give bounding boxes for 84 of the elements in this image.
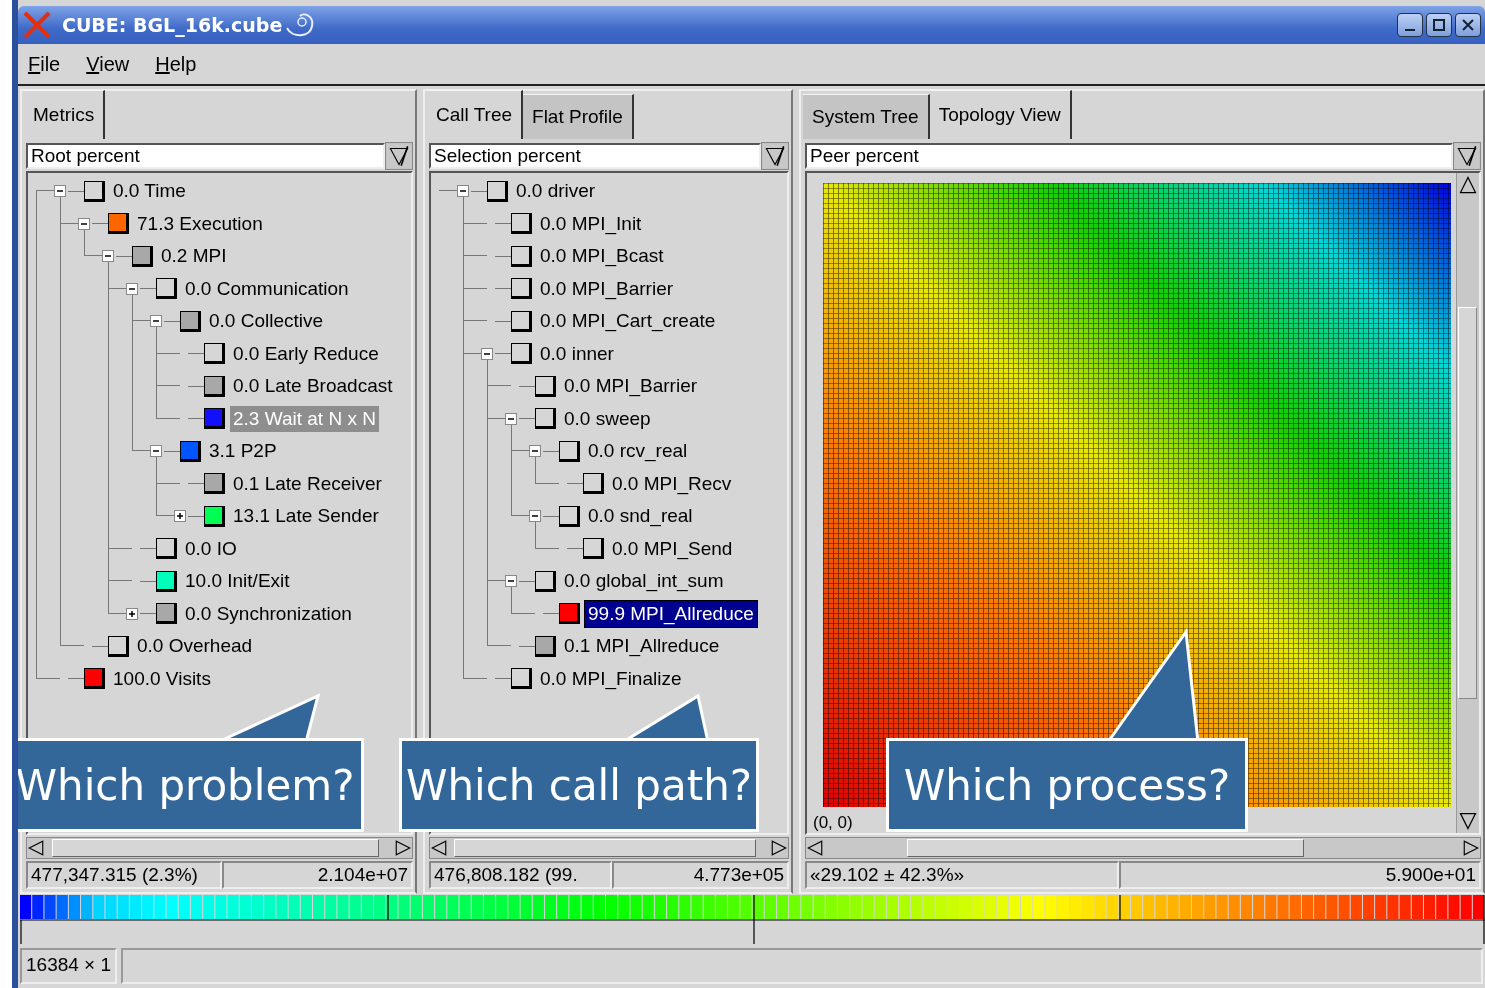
value-readout: «29.102 ± 42.3%»: [805, 861, 1120, 889]
x-logo-icon: [22, 11, 52, 39]
tree-item[interactable]: 0.0 MPI_Finalize: [537, 665, 685, 692]
horizontal-scrollbar[interactable]: [805, 837, 1481, 859]
collapse-icon[interactable]: [102, 250, 114, 263]
minimize-button[interactable]: [1397, 13, 1423, 37]
metric-dropdown[interactable]: Peer percent: [805, 143, 1453, 169]
tree-item[interactable]: 99.9 MPI_Allreduce: [585, 600, 757, 627]
tree-item[interactable]: 0.0 snd_real: [585, 503, 696, 530]
collapse-icon[interactable]: [150, 315, 162, 328]
tree-item[interactable]: 0.0 MPI_Cart_create: [537, 308, 719, 335]
tree-item[interactable]: 0.0 sweep: [561, 405, 654, 432]
tree-item[interactable]: 0.0 MPI_Bcast: [537, 243, 667, 270]
window-title: CUBE: BGL_16k.cube: [62, 14, 283, 36]
tree-item[interactable]: 13.1 Late Sender: [230, 503, 382, 530]
collapse-icon[interactable]: [505, 412, 517, 425]
value-readout: 476,808.182 (99.: [429, 861, 612, 889]
tree-item[interactable]: 0.0 driver: [513, 178, 599, 205]
menu-item[interactable]: File: [28, 52, 61, 76]
collapse-icon[interactable]: [529, 445, 541, 458]
tree-item[interactable]: 0.0 MPI_Send: [609, 535, 736, 562]
tree-item[interactable]: 0.0 rcv_real: [585, 438, 691, 465]
maximize-button[interactable]: [1426, 13, 1452, 37]
tab[interactable]: Metrics: [24, 90, 106, 139]
collapse-icon[interactable]: [529, 510, 541, 523]
collapse-icon[interactable]: [54, 185, 66, 198]
maximize-icon: [1432, 18, 1446, 32]
tree-item[interactable]: 0.0 MPI_Barrier: [561, 373, 701, 400]
metric-dropdown[interactable]: Selection percent: [429, 143, 761, 169]
tab[interactable]: Flat Profile: [523, 94, 634, 139]
expand-icon[interactable]: [174, 510, 186, 523]
tree-item[interactable]: 0.1 MPI_Allreduce: [561, 633, 723, 660]
tree-item[interactable]: 0.2 MPI: [158, 243, 230, 270]
tab[interactable]: Topology View: [929, 90, 1072, 139]
max-readout: 4.773e+05: [611, 861, 789, 889]
value-readout: 477,347.315 (2.3%): [26, 861, 222, 889]
tree-item[interactable]: 0.0 global_int_sum: [561, 568, 727, 595]
max-readout: 5.900e+01: [1119, 861, 1481, 889]
right-arrow-icon[interactable]: [1462, 840, 1480, 856]
down-arrow-icon[interactable]: [1459, 811, 1477, 831]
right-arrow-icon[interactable]: [770, 840, 788, 856]
right-arrow-icon[interactable]: [394, 840, 412, 856]
collapse-icon[interactable]: [78, 217, 90, 230]
tree-item[interactable]: 71.3 Execution: [134, 210, 266, 237]
tree-item[interactable]: 0.0 Synchronization: [182, 600, 355, 627]
left-arrow-icon[interactable]: [806, 840, 824, 856]
tree-item[interactable]: 0.0 Overhead: [134, 633, 256, 660]
menu-item[interactable]: View: [86, 52, 130, 76]
collapse-icon[interactable]: [481, 347, 493, 360]
tree-item[interactable]: 0.0 IO: [182, 535, 240, 562]
tree-item[interactable]: 0.0 Late Broadcast: [230, 373, 396, 400]
left-arrow-icon[interactable]: [430, 840, 448, 856]
tree-item[interactable]: 0.0 Time: [110, 178, 189, 205]
close-button[interactable]: [1455, 13, 1481, 37]
status-text: 16384 × 1: [20, 948, 118, 984]
tree-item[interactable]: 0.0 inner: [537, 340, 617, 367]
tree-item[interactable]: 0.0 MPI_Init: [537, 210, 645, 237]
horizontal-scrollbar[interactable]: [429, 837, 789, 859]
vertical-scrollbar[interactable]: [1456, 173, 1479, 833]
tab[interactable]: System Tree: [803, 94, 930, 139]
tree-item[interactable]: 0.0 MPI_Barrier: [537, 275, 677, 302]
origin-label: (0, 0): [813, 813, 854, 833]
metric-dropdown[interactable]: Root percent: [26, 143, 385, 169]
minimize-icon: [1405, 29, 1415, 31]
tree-item[interactable]: 0.0 Communication: [182, 275, 352, 302]
collapse-icon[interactable]: [126, 282, 138, 295]
tree-item[interactable]: 100.0 Visits: [110, 665, 214, 692]
collapse-icon[interactable]: [457, 185, 469, 198]
collapse-icon[interactable]: [505, 575, 517, 588]
horizontal-scrollbar[interactable]: [26, 837, 413, 859]
menu-item[interactable]: Help: [155, 52, 197, 76]
tree-item[interactable]: 10.0 Init/Exit: [182, 568, 293, 595]
max-readout: 2.104e+07: [221, 861, 413, 889]
tree-item[interactable]: 0.0 Collective: [206, 308, 327, 335]
tree-item[interactable]: 3.1 P2P: [206, 438, 280, 465]
tab[interactable]: Call Tree: [427, 90, 524, 139]
close-icon: [1461, 18, 1475, 32]
tree-item[interactable]: 0.0 Early Reduce: [230, 340, 382, 367]
collapse-icon[interactable]: [150, 445, 162, 458]
left-arrow-icon[interactable]: [27, 840, 45, 856]
expand-icon[interactable]: [126, 607, 138, 620]
tree-item[interactable]: 0.1 Late Receiver: [230, 470, 385, 497]
tree-item[interactable]: 0.0 MPI_Recv: [609, 470, 735, 497]
up-arrow-icon[interactable]: [1459, 175, 1477, 195]
